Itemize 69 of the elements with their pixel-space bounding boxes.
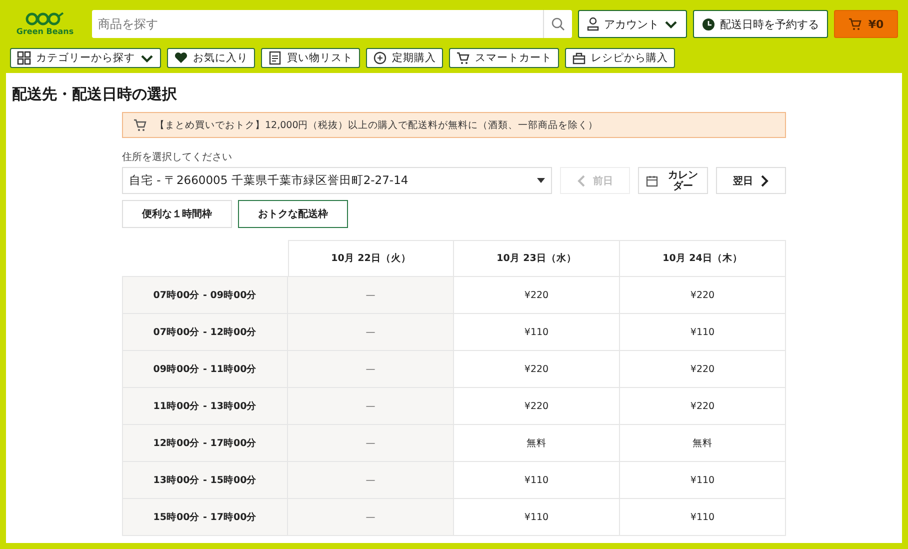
row-header: 12時00分 - 17時00分 xyxy=(122,425,288,462)
cart-button[interactable]: ¥0 xyxy=(834,10,898,38)
row-header: 09時00分 - 11時00分 xyxy=(122,351,288,388)
table-cell[interactable]: ¥220 xyxy=(454,277,620,314)
table-cell: — xyxy=(288,388,454,425)
search-icon xyxy=(551,17,565,31)
nav-button[interactable]: レシピから購入 xyxy=(565,48,675,68)
table-cell[interactable]: ¥220 xyxy=(620,388,786,425)
slot-tab[interactable]: 便利な１時間枠 xyxy=(122,200,232,228)
table-cell[interactable]: ¥110 xyxy=(454,462,620,499)
document-icon xyxy=(268,51,282,65)
table-cell: — xyxy=(288,499,454,536)
table-cell: — xyxy=(288,314,454,351)
table-cell: — xyxy=(288,351,454,388)
address-label: 住所を選択してください xyxy=(122,150,233,164)
notice-text: 【まとめ買いでおトク】12,000円（税抜）以上の購入で配送料が無料に（酒類、一部商品を除く） xyxy=(155,118,598,132)
row-header: 15時00分 - 17時00分 xyxy=(122,499,288,536)
table-cell[interactable]: ¥220 xyxy=(620,277,786,314)
chevron-left-icon xyxy=(577,174,585,186)
grid-icon xyxy=(17,51,31,65)
address-dropdown[interactable]: 自宅 - 〒2660005 千葉県千葉市緑区誉田町2-27-14 xyxy=(122,167,552,194)
table-cell[interactable]: 無料 xyxy=(454,425,620,462)
table-cell[interactable]: ¥220 xyxy=(620,351,786,388)
nav-button[interactable]: 買い物リスト xyxy=(261,48,360,68)
person-icon xyxy=(587,17,599,31)
logo[interactable]: Green Beans xyxy=(10,12,80,36)
nav-button[interactable]: 定期購入 xyxy=(366,48,443,68)
nav-button[interactable]: カテゴリーから探す xyxy=(10,48,161,68)
row-header: 07時00分 - 09時00分 xyxy=(122,277,288,314)
row-header: 13時00分 - 15時00分 xyxy=(122,462,288,499)
search-field[interactable]: 商品を探す xyxy=(92,10,543,38)
chevron-down-icon xyxy=(140,52,154,64)
beans-icon xyxy=(25,12,65,26)
column-header: 10月 24日（木） xyxy=(620,240,786,277)
calendar-icon xyxy=(646,174,658,186)
table-cell[interactable]: ¥110 xyxy=(620,499,786,536)
clock-icon xyxy=(702,18,715,30)
table-cell[interactable]: ¥110 xyxy=(620,314,786,351)
table-cell[interactable]: ¥110 xyxy=(454,499,620,536)
logo-text: Green Beans xyxy=(16,27,74,36)
search-button[interactable] xyxy=(543,10,572,38)
dropdown-arrow-icon xyxy=(537,178,545,183)
page-title: 配送先・配送日時の選択 xyxy=(12,85,178,104)
cart-icon xyxy=(133,118,147,132)
chevron-right-icon xyxy=(761,174,769,186)
row-header: 07時00分 - 12時00分 xyxy=(122,314,288,351)
table-cell[interactable]: 無料 xyxy=(620,425,786,462)
cart-icon xyxy=(456,51,470,65)
row-header: 11時00分 - 13時00分 xyxy=(122,388,288,425)
column-header: 10月 22日（火） xyxy=(288,240,454,277)
calendar-button[interactable]: カレンダー xyxy=(638,167,708,194)
reserve-button[interactable]: 配送日時を予約する xyxy=(693,10,828,38)
table-cell[interactable]: ¥220 xyxy=(454,388,620,425)
table-cell: — xyxy=(288,277,454,314)
table-cell: — xyxy=(288,462,454,499)
slot-tab[interactable]: おトクな配送枠 xyxy=(238,200,348,228)
table-cell[interactable]: ¥220 xyxy=(454,351,620,388)
table-cell[interactable]: ¥110 xyxy=(454,314,620,351)
nav-button[interactable]: スマートカート xyxy=(449,48,559,68)
basket-icon xyxy=(572,51,586,65)
column-header: 10月 23日（水） xyxy=(454,240,620,277)
account-button[interactable]: アカウント xyxy=(578,10,687,38)
cart-icon xyxy=(848,17,862,31)
next-day-button[interactable]: 翌日 xyxy=(716,167,786,194)
chevron-down-icon xyxy=(664,18,678,30)
heart-icon xyxy=(174,51,188,65)
table-cell: — xyxy=(288,425,454,462)
table-cell[interactable]: ¥110 xyxy=(620,462,786,499)
nav-button[interactable]: お気に入り xyxy=(167,48,255,68)
